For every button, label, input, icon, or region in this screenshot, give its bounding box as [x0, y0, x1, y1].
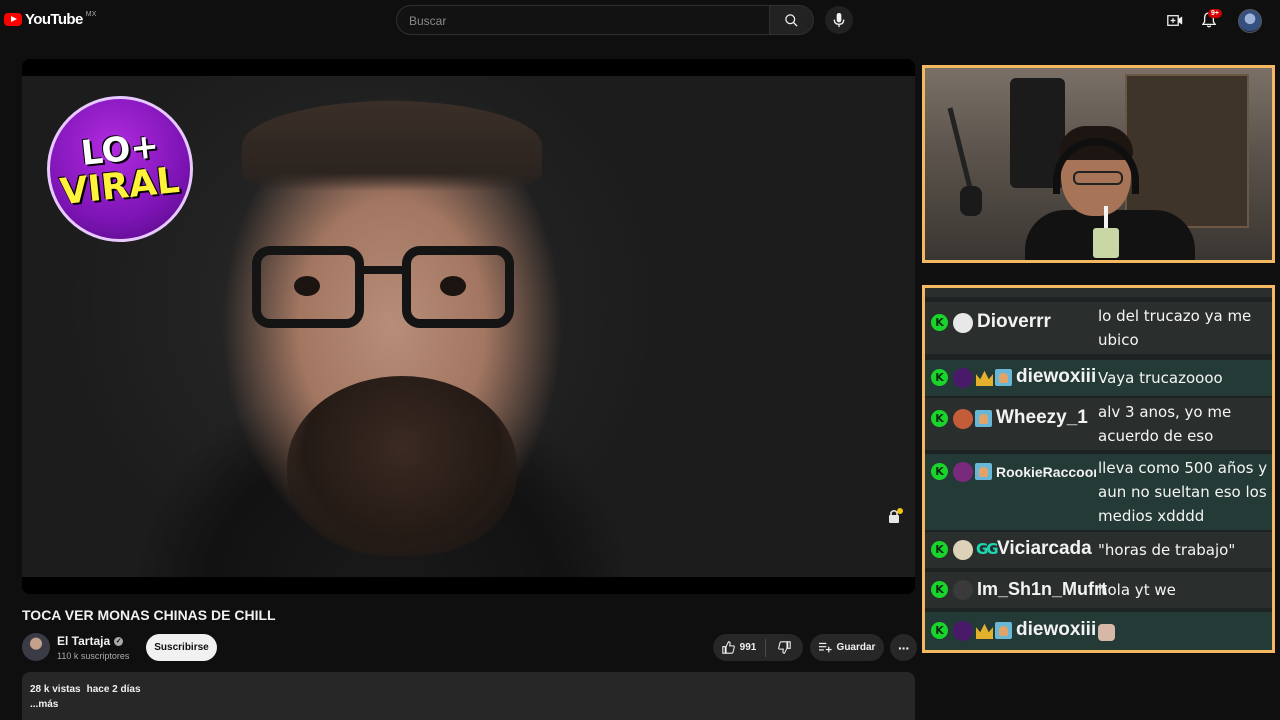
search-box: [396, 5, 770, 36]
collectibles-shelf: [1125, 74, 1249, 228]
chat-text: alv 3 anos, yo me acuerdo de eso: [1098, 403, 1232, 445]
search-icon: [785, 13, 798, 27]
youtube-play-icon: [4, 13, 22, 26]
crown-icon: [976, 623, 993, 639]
badge-line-2: VIRAL: [58, 159, 182, 214]
chat-username: diewoxiii: [1016, 366, 1096, 387]
kick-icon: K: [931, 369, 948, 386]
glasses-lens: [402, 246, 514, 328]
chat-text: "horas de trabajo": [1098, 541, 1236, 559]
description-meta: 28 k vistas hace 2 días: [30, 684, 141, 695]
upload-age: hace 2 días: [86, 684, 141, 695]
channel-avatar[interactable]: [22, 633, 50, 661]
logo-text: YouTube: [25, 11, 83, 28]
playlist-add-icon: [818, 642, 832, 653]
webcam-overlay: [922, 65, 1275, 263]
avatar: [953, 462, 973, 482]
kick-icon: K: [931, 541, 948, 558]
chat-username: Viciarcada: [997, 538, 1092, 559]
subscriber-badge-icon: [975, 410, 992, 427]
video-subject-beard: [287, 376, 517, 556]
avatar: [953, 621, 973, 641]
drink-straw: [1104, 206, 1108, 230]
chat-message: K diewoxiii Vaya trucazoooo: [925, 360, 1272, 396]
avatar: [953, 409, 973, 429]
save-button[interactable]: Guardar: [810, 634, 884, 661]
description-box[interactable]: 28 k vistas hace 2 días ...más: [22, 672, 915, 720]
kick-icon: K: [931, 622, 948, 639]
chat-username: Wheezy_1: [996, 407, 1088, 428]
microphone-icon: [833, 12, 845, 27]
more-actions-button[interactable]: ···: [890, 634, 917, 661]
video-subject-hair: [242, 101, 542, 191]
thumbs-up-icon: [721, 641, 735, 654]
search-input[interactable]: [407, 6, 741, 36]
country-code: MX: [85, 11, 97, 18]
show-more-link[interactable]: ...más: [30, 699, 58, 710]
thumbs-down-icon: [778, 641, 791, 654]
chat-message: K Im_Sh1n_Mufrt hola yt we: [925, 572, 1272, 608]
chat-text: lleva como 500 años y aun no sueltan eso…: [1098, 459, 1268, 525]
chat-text: lo del trucazo ya me ubico: [1098, 307, 1252, 349]
chat-username: diewoxiii: [1016, 619, 1096, 640]
avatar: [953, 540, 973, 560]
chat-message: K RookieRaccoon lleva como 500 años y au…: [925, 454, 1272, 530]
search-button[interactable]: [769, 5, 814, 35]
chat-overlay: K Dioverrr lo del trucazo ya me ubico K …: [922, 285, 1275, 653]
chat-username: Im_Sh1n_Mufrt: [977, 579, 1108, 599]
video-title: TOCA VER MONAS CHINAS DE CHILL: [22, 607, 276, 623]
view-count: 28 k vistas: [30, 684, 81, 695]
subscriber-count: 110 k suscriptores: [57, 651, 130, 661]
gg-badge-icon: GG: [976, 540, 999, 558]
chat-username: RookieRaccoon: [996, 464, 1096, 480]
avatar: [953, 313, 973, 333]
subscriber-badge-icon: [995, 622, 1012, 639]
default-avatar-icon: [953, 580, 973, 600]
video-frame: LO+ VIRAL: [22, 76, 915, 577]
verified-icon: ✓: [114, 636, 124, 646]
chat-message: K Wheezy_1 alv 3 anos, yo me acuerdo de …: [925, 398, 1272, 450]
crown-icon: [976, 370, 993, 386]
chat-text: [1098, 620, 1268, 644]
notification-count-badge: 9+: [1208, 9, 1222, 18]
streamer-glasses: [1073, 171, 1123, 185]
chat-username: Dioverrr: [977, 311, 1051, 332]
microphone-arm-icon: [947, 107, 982, 216]
like-button[interactable]: 991: [713, 634, 765, 661]
kick-icon: K: [931, 581, 948, 598]
dislike-button[interactable]: [766, 634, 803, 661]
chat-text: Vaya trucazoooo: [1098, 369, 1223, 387]
cat-emote-icon: [1098, 624, 1115, 641]
save-label: Guardar: [836, 642, 876, 653]
chat-row-cut: [925, 288, 1272, 297]
subscribe-button[interactable]: Suscribirse: [146, 634, 217, 661]
like-count: 991: [739, 642, 757, 653]
voice-search-button[interactable]: [825, 6, 853, 34]
kick-icon: K: [931, 314, 948, 331]
kick-icon: K: [931, 410, 948, 427]
subscriber-badge-icon: [995, 369, 1012, 386]
channel-name: El Tartaja: [57, 634, 111, 648]
account-avatar[interactable]: [1238, 9, 1262, 33]
youtube-logo[interactable]: YouTube MX: [4, 11, 96, 28]
chat-message: K GG Viciarcada "horas de trabajo": [925, 532, 1272, 568]
video-create-icon: [1167, 14, 1183, 26]
lo-mas-viral-badge: LO+ VIRAL: [47, 96, 193, 242]
kick-icon: K: [931, 463, 948, 480]
channel-name-link[interactable]: El Tartaja ✓: [57, 634, 124, 648]
create-button[interactable]: [1164, 9, 1186, 31]
chat-message: K diewoxiii: [925, 612, 1272, 650]
glasses-bridge: [358, 266, 408, 274]
drink-cup: [1093, 228, 1119, 258]
video-player[interactable]: LO+ VIRAL: [22, 59, 915, 594]
avatar: [953, 368, 973, 388]
subscriber-badge-icon: [975, 463, 992, 480]
chat-text: hola yt we: [1098, 581, 1176, 599]
like-dislike-pill: 991: [713, 634, 803, 661]
glasses-lens: [252, 246, 364, 328]
lock-icon: [889, 508, 903, 523]
chat-message: K Dioverrr lo del trucazo ya me ubico: [925, 302, 1272, 354]
